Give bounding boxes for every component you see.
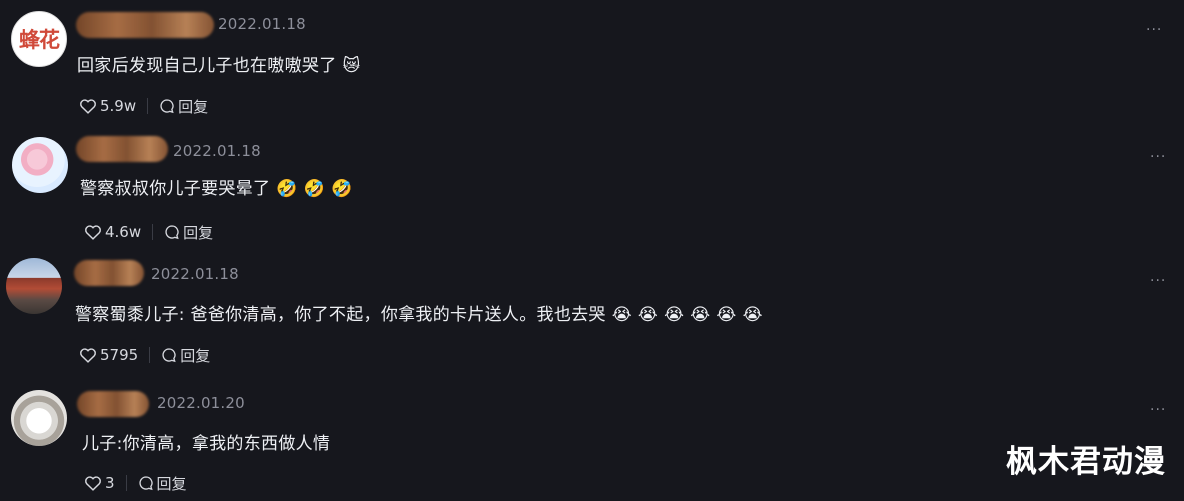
like-button[interactable]: 5795 (79, 346, 138, 364)
reply-label: 回复 (183, 223, 214, 242)
comment-text: 儿子:你清高，拿我的东西做人情 (82, 429, 330, 454)
avatar-logo-text: 蜂花 (19, 27, 60, 52)
heart-outline-icon (80, 99, 96, 114)
username-blurred[interactable] (76, 12, 214, 38)
rofl-emoji: 🤣 (303, 179, 326, 199)
more-options-button[interactable]: ··· (1146, 22, 1162, 38)
comment-item: 2022.01.18 ··· 警察蜀黍儿子: 爸爸你清高，你了不起，你拿我的卡片… (0, 253, 1184, 378)
like-button[interactable]: 5.9w (79, 97, 136, 115)
reply-label: 回复 (178, 97, 209, 116)
reply-button[interactable]: 回复 (161, 345, 210, 366)
comment-actions: 3 回复 (84, 472, 187, 494)
speech-bubble-icon (160, 99, 174, 114)
comment-text-content: 警察叔叔你儿子要哭晕了 (80, 179, 271, 199)
loudly-crying-emoji: 😭 (690, 305, 711, 325)
avatar[interactable] (6, 258, 62, 314)
avatar[interactable]: 蜂花 (11, 11, 67, 67)
like-button[interactable]: 4.6w (84, 223, 141, 241)
username-blurred[interactable] (76, 136, 168, 162)
loudly-crying-emoji: 😭 (664, 305, 685, 325)
username-blurred[interactable] (74, 260, 144, 286)
divider (152, 224, 154, 240)
like-button[interactable]: 3 (84, 474, 115, 492)
heart-outline-icon (85, 225, 101, 240)
comment-date: 2022.01.18 (173, 142, 261, 160)
loudly-crying-emoji: 😭 (611, 305, 632, 325)
more-options-button[interactable]: ··· (1150, 273, 1166, 289)
comment-text: 警察蜀黍儿子: 爸爸你清高，你了不起，你拿我的卡片送人。我也去哭 😭 😭 😭 😭 😭 😭 (75, 300, 763, 325)
comment-text: 警察叔叔你儿子要哭晕了 🤣 🤣 🤣 (80, 174, 353, 199)
more-options-button[interactable]: ··· (1150, 402, 1166, 418)
like-count: 3 (105, 474, 115, 492)
more-options-button[interactable]: ··· (1150, 149, 1166, 165)
comment-text-content: 回家后发现自己儿子也在嗷嗷哭了 (77, 56, 337, 76)
comment-date: 2022.01.18 (151, 265, 239, 283)
divider (125, 475, 127, 491)
reply-label: 回复 (156, 474, 187, 493)
like-count: 4.6w (105, 223, 142, 241)
avatar[interactable] (11, 390, 67, 446)
loudly-crying-emoji: 😭 (716, 305, 737, 325)
reply-label: 回复 (180, 346, 211, 365)
avatar[interactable] (12, 137, 68, 193)
reply-button[interactable]: 回复 (164, 222, 213, 243)
watermark: 枫木君动漫 (1006, 444, 1166, 480)
reply-button[interactable]: 回复 (138, 473, 187, 494)
loudly-crying-emoji: 😭 (742, 305, 763, 325)
reply-button[interactable]: 回复 (159, 96, 208, 117)
heart-outline-icon (85, 476, 101, 491)
comment-item: 2022.01.18 ··· 警察叔叔你儿子要哭晕了 🤣 🤣 🤣 4.6w 回复 (0, 125, 1184, 253)
heart-outline-icon (80, 348, 96, 363)
comment-actions: 5.9w 回复 (79, 95, 208, 117)
like-count: 5795 (100, 346, 139, 364)
speech-bubble-icon (138, 476, 153, 491)
speech-bubble-icon (162, 348, 176, 363)
comment-actions: 4.6w 回复 (84, 221, 213, 243)
speech-bubble-icon (165, 225, 179, 240)
comment-text: 回家后发现自己儿子也在嗷嗷哭了 😿 (77, 51, 361, 76)
cat-crying-emoji: 😿 (342, 56, 361, 76)
comment-date: 2022.01.18 (218, 15, 306, 33)
comment-text-content: 儿子:你清高，拿我的东西做人情 (82, 434, 331, 454)
like-count: 5.9w (100, 97, 137, 115)
divider (147, 98, 149, 114)
loudly-crying-emoji: 😭 (637, 305, 659, 325)
comment-text-content: 警察蜀黍儿子: 爸爸你清高，你了不起，你拿我的卡片送人。我也去哭 (75, 305, 606, 325)
divider (149, 347, 151, 363)
rofl-emoji: 🤣 (276, 179, 298, 199)
rofl-emoji: 🤣 (331, 179, 353, 199)
comment-actions: 5795 回复 (79, 344, 210, 366)
comment-item: 蜂花 2022.01.18 ··· 回家后发现自己儿子也在嗷嗷哭了 😿 5.9w … (0, 0, 1184, 125)
username-blurred[interactable] (77, 391, 149, 417)
comment-date: 2022.01.20 (157, 394, 245, 412)
